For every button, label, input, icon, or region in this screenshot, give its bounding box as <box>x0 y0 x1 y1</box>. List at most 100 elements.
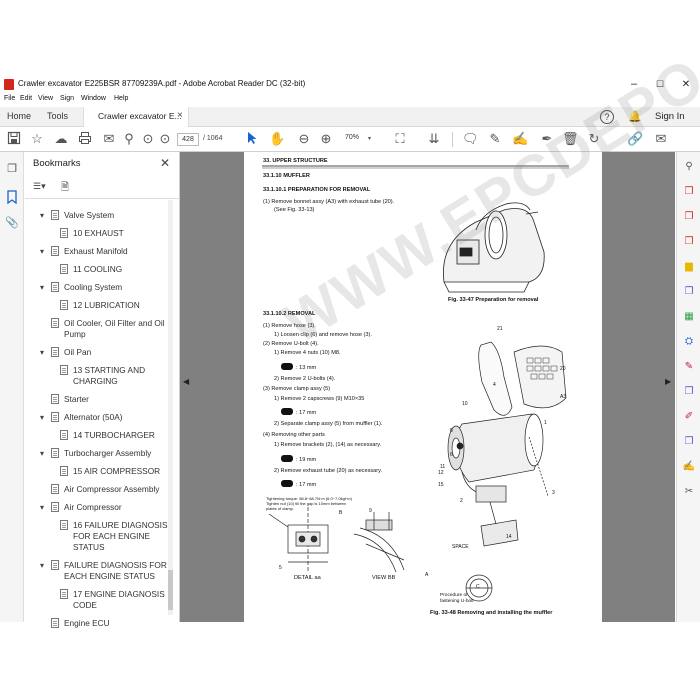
collapse-right-panel-icon[interactable]: ▶ <box>665 377 671 386</box>
expand-chevron-icon[interactable]: ▾ <box>40 246 44 257</box>
page-number-input[interactable]: 428 <box>177 133 199 146</box>
comment-icon[interactable]: 🗨 <box>462 131 479 147</box>
toolbar-divider <box>452 132 453 147</box>
zoom-level-select[interactable]: 70% <box>345 134 359 141</box>
bookmarks-icon[interactable] <box>5 190 19 205</box>
bookmark-item[interactable]: Oil Cooler, Oil Filter and Oil Pump <box>51 318 165 340</box>
prev-page-icon[interactable]: ⊙ <box>140 131 156 147</box>
search-tools-icon[interactable]: ⚲ <box>682 160 696 174</box>
bookmark-item[interactable]: 17 ENGINE DIAGNOSIS CODE <box>60 589 165 611</box>
export-pdf-icon[interactable]: ❐ <box>682 185 696 199</box>
fit-page-icon[interactable]: ⛶ <box>392 131 408 147</box>
bookmark-item[interactable]: 15 AIR COMPRESSOR <box>60 466 160 477</box>
bookmark-label: Alternator (50A) <box>64 412 123 422</box>
bookmark-item[interactable]: 10 EXHAUST <box>60 228 124 239</box>
highlight-pen-icon[interactable]: ✎ <box>487 131 503 147</box>
zoom-out-icon[interactable]: ⊖ <box>296 131 312 147</box>
menu-edit[interactable]: Edit <box>20 95 32 102</box>
page-thumbnails-icon[interactable]: ❐ <box>5 162 19 176</box>
combine-files-icon[interactable]: ❐ <box>682 285 696 299</box>
menu-view[interactable]: View <box>38 95 53 102</box>
hand-tool-icon[interactable]: ✋ <box>269 131 285 147</box>
select-arrow-icon[interactable] <box>244 131 260 147</box>
space-label: SPACE <box>452 544 469 550</box>
prepare-form-icon[interactable]: ✐ <box>682 410 696 424</box>
tab-document[interactable]: Crawler excavator E... × <box>83 107 189 127</box>
bookmark-item[interactable]: ▾ Oil Pan <box>40 347 92 358</box>
expand-chevron-icon[interactable]: ▾ <box>40 412 44 423</box>
upload-cloud-icon[interactable]: ☁ <box>53 131 69 147</box>
bookmark-item[interactable]: ▾ Valve System <box>40 210 114 221</box>
next-page-icon[interactable]: ⊙ <box>157 131 173 147</box>
removal-step: 1) Remove brackets (2), (14) as necessar… <box>274 442 382 448</box>
bookmark-item[interactable]: ▾ Cooling System <box>40 282 122 293</box>
bookmark-label: Air Compressor <box>64 502 122 512</box>
bookmark-item[interactable]: 13 STARTING AND CHARGING <box>60 365 145 387</box>
create-pdf-icon[interactable]: ❐ <box>682 210 696 224</box>
bookmarks-close-icon[interactable]: ✕ <box>160 156 170 170</box>
zoom-in-icon[interactable]: ⊕ <box>318 131 334 147</box>
scroll-mode-icon[interactable]: ⇊ <box>426 131 442 147</box>
bookmark-item[interactable]: ▾ FAILURE DIAGNOSIS FOR EACH ENGINE STATUS <box>40 560 167 582</box>
compress-pdf-icon[interactable]: ⛭ <box>682 335 696 349</box>
bookmark-item[interactable]: 12 LUBRICATION <box>60 300 140 311</box>
mail-icon[interactable]: ✉ <box>101 131 117 147</box>
more-tools-icon[interactable]: ✂ <box>682 485 696 499</box>
bookmark-star-icon[interactable]: ☆ <box>29 131 45 147</box>
find-bookmark-icon[interactable]: 🗎 <box>61 180 69 197</box>
tab-home[interactable]: Home <box>7 111 31 121</box>
bookmark-item[interactable]: ▾ Exhaust Manifold <box>40 246 128 257</box>
bookmark-page-icon <box>60 300 68 310</box>
protect-icon[interactable]: ❐ <box>682 385 696 399</box>
callout-label: A3 <box>560 394 567 400</box>
bookmark-item[interactable]: 14 TURBOCHARGER <box>60 430 155 441</box>
bookmarks-scroll-thumb[interactable] <box>168 570 173 610</box>
window-titlebar: Crawler excavator E225BSR 87709239A.pdf … <box>0 75 700 94</box>
expand-chevron-icon[interactable]: ▾ <box>40 448 44 459</box>
bookmark-item[interactable]: ▾ Air Compressor <box>40 502 122 513</box>
request-signature-icon[interactable]: ✍ <box>682 460 696 474</box>
bookmark-label: Starter <box>64 394 89 404</box>
attachments-paperclip-icon[interactable]: 📎 <box>5 216 19 230</box>
procedure-label: fastening U-bolt <box>440 599 474 604</box>
tab-tools[interactable]: Tools <box>47 111 68 121</box>
bookmark-item[interactable]: Starter <box>51 394 89 405</box>
bookmark-page-icon <box>51 394 59 404</box>
callout-label: 4 <box>493 382 496 388</box>
save-icon[interactable] <box>6 131 22 147</box>
expand-chevron-icon[interactable]: ▾ <box>40 210 44 221</box>
fill-and-sign-icon[interactable]: ✎ <box>682 360 696 374</box>
zoom-dropdown-chevron-icon[interactable]: ▾ <box>368 135 371 142</box>
acrobat-app-icon <box>4 79 14 90</box>
bookmark-item[interactable]: 16 FAILURE DIAGNOSIS FOR EACH ENGINE STATU… <box>60 520 168 553</box>
tab-close-icon[interactable]: × <box>177 110 183 121</box>
bookmark-options-icon[interactable]: ☰▾ <box>33 181 46 192</box>
bookmark-item[interactable]: 11 COOLING <box>60 264 122 275</box>
bookmark-label: Air Compressor Assembly <box>64 484 160 494</box>
send-for-signature-icon[interactable]: ❐ <box>682 435 696 449</box>
bookmark-label: 17 ENGINE DIAGNOSIS <box>73 589 165 599</box>
callout-label: 10 <box>462 401 468 407</box>
expand-chevron-icon[interactable]: ▾ <box>40 347 44 358</box>
bookmark-item[interactable]: ▾ Alternator (50A) <box>40 412 123 423</box>
edit-pdf-icon[interactable]: ❐ <box>682 235 696 249</box>
comment-tool-icon[interactable]: ▆ <box>682 260 696 274</box>
menu-help[interactable]: Help <box>114 95 128 102</box>
menu-sign[interactable]: Sign <box>60 95 74 102</box>
wrench-icon <box>281 455 293 462</box>
bookmark-page-icon <box>60 228 68 238</box>
print-icon[interactable] <box>77 131 93 147</box>
expand-chevron-icon[interactable]: ▾ <box>40 282 44 293</box>
collapse-left-panel-icon[interactable]: ◀ <box>183 377 189 386</box>
bookmark-item[interactable]: Air Compressor Assembly <box>51 484 160 495</box>
bookmark-label: Oil Pan <box>64 347 92 357</box>
bookmark-item[interactable]: Engine ECU <box>51 618 110 629</box>
expand-chevron-icon[interactable]: ▾ <box>40 502 44 513</box>
menu-window[interactable]: Window <box>81 95 106 102</box>
organize-pages-icon[interactable]: ▦ <box>682 310 696 324</box>
search-icon[interactable]: ⚲ <box>121 131 137 147</box>
bookmarks-scrollbar[interactable] <box>168 200 173 615</box>
menu-file[interactable]: File <box>4 95 15 102</box>
expand-chevron-icon[interactable]: ▾ <box>40 560 44 571</box>
bookmark-item[interactable]: ▾ Turbocharger Assembly <box>40 448 151 459</box>
